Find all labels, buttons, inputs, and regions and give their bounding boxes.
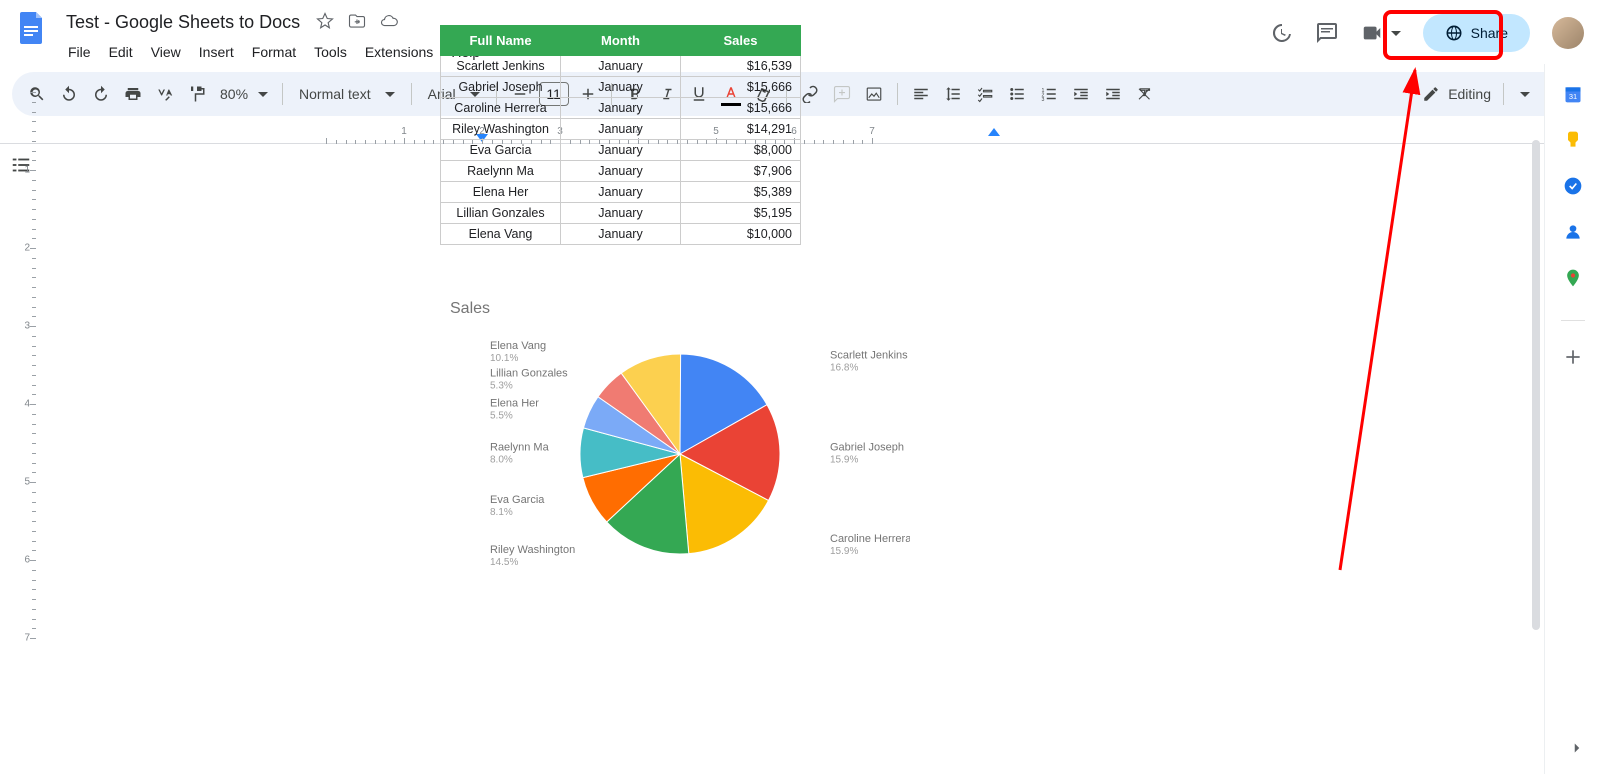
bulleted-list-icon[interactable]	[1002, 79, 1032, 109]
print-icon[interactable]	[118, 79, 148, 109]
paint-format-icon[interactable]	[182, 79, 212, 109]
svg-text:Eva Garcia: Eva Garcia	[490, 494, 545, 506]
svg-text:10.1%: 10.1%	[490, 353, 518, 364]
side-panel: 31	[1544, 64, 1600, 774]
checklist-icon[interactable]	[970, 79, 1000, 109]
editing-mode-selector[interactable]: Editing	[1422, 83, 1538, 105]
numbered-list-icon[interactable]: 123	[1034, 79, 1064, 109]
svg-text:Gabriel Joseph: Gabriel Joseph	[830, 441, 904, 453]
sales-table: Full NameMonthSales Scarlett JenkinsJanu…	[440, 25, 801, 245]
style-name: Normal text	[299, 86, 371, 102]
calendar-icon[interactable]: 31	[1563, 84, 1583, 104]
svg-text:Caroline Herrera: Caroline Herrera	[830, 533, 910, 545]
menu-extensions[interactable]: Extensions	[357, 40, 441, 64]
menu-format[interactable]: Format	[244, 40, 304, 64]
clear-formatting-icon[interactable]	[1130, 79, 1160, 109]
svg-text:Riley Washington: Riley Washington	[490, 544, 575, 556]
search-menus-icon[interactable]	[22, 79, 52, 109]
svg-text:Lillian Gonzales: Lillian Gonzales	[490, 367, 568, 379]
share-button[interactable]: Share	[1423, 14, 1530, 52]
undo-icon[interactable]	[54, 79, 84, 109]
svg-text:15.9%: 15.9%	[830, 546, 858, 557]
move-icon[interactable]	[348, 12, 366, 33]
hide-side-panel-icon[interactable]	[1568, 739, 1586, 760]
svg-text:15.9%: 15.9%	[830, 454, 858, 465]
share-label: Share	[1471, 25, 1508, 41]
docs-logo-icon[interactable]	[12, 8, 52, 48]
svg-text:Elena Her: Elena Her	[490, 397, 539, 409]
chart-title: Sales	[450, 300, 910, 318]
spellcheck-icon[interactable]	[150, 79, 180, 109]
svg-text:8.0%: 8.0%	[490, 455, 513, 466]
account-avatar[interactable]	[1552, 17, 1584, 49]
add-comment-icon[interactable]	[827, 79, 857, 109]
svg-text:8.1%: 8.1%	[490, 507, 513, 518]
svg-text:Elena Vang: Elena Vang	[490, 340, 546, 352]
maps-icon[interactable]	[1563, 268, 1583, 288]
zoom-dropdown[interactable]: 80%	[214, 86, 274, 102]
insert-image-icon[interactable]	[859, 79, 889, 109]
svg-text:3: 3	[1041, 97, 1044, 103]
svg-text:5.3%: 5.3%	[490, 380, 513, 391]
increase-indent-icon[interactable]	[1098, 79, 1128, 109]
svg-text:16.8%: 16.8%	[830, 363, 858, 374]
comments-icon[interactable]	[1315, 21, 1339, 45]
contacts-icon[interactable]	[1563, 222, 1583, 242]
svg-text:Scarlett Jenkins: Scarlett Jenkins	[830, 350, 908, 362]
menu-edit[interactable]: Edit	[101, 40, 141, 64]
svg-text:14.5%: 14.5%	[490, 557, 518, 568]
zoom-value: 80%	[220, 86, 248, 102]
star-icon[interactable]	[316, 12, 334, 33]
redo-icon[interactable]	[86, 79, 116, 109]
get-addons-icon[interactable]	[1563, 347, 1583, 367]
cloud-status-icon[interactable]	[380, 12, 398, 33]
align-dropdown[interactable]	[906, 79, 936, 109]
meet-dropdown[interactable]	[1361, 22, 1401, 44]
line-spacing-icon[interactable]	[938, 79, 968, 109]
document-title[interactable]: Test - Google Sheets to Docs	[60, 10, 306, 35]
svg-text:Raelynn Ma: Raelynn Ma	[490, 442, 550, 454]
history-icon[interactable]	[1269, 21, 1293, 45]
tasks-icon[interactable]	[1563, 176, 1583, 196]
menu-file[interactable]: File	[60, 40, 99, 64]
editing-mode-label: Editing	[1448, 86, 1491, 102]
menu-view[interactable]: View	[143, 40, 189, 64]
menu-insert[interactable]: Insert	[191, 40, 242, 64]
svg-text:31: 31	[1568, 92, 1576, 101]
vertical-scrollbar[interactable]	[1528, 140, 1540, 640]
pie-chart: Sales Scarlett Jenkins16.8% Gabriel Josep…	[450, 300, 910, 587]
vertical-ruler: 1234567	[0, 140, 44, 774]
svg-text:5.5%: 5.5%	[490, 410, 513, 421]
paragraph-style-dropdown[interactable]: Normal text	[291, 86, 403, 102]
keep-icon[interactable]	[1563, 130, 1583, 150]
decrease-indent-icon[interactable]	[1066, 79, 1096, 109]
menu-tools[interactable]: Tools	[306, 40, 355, 64]
